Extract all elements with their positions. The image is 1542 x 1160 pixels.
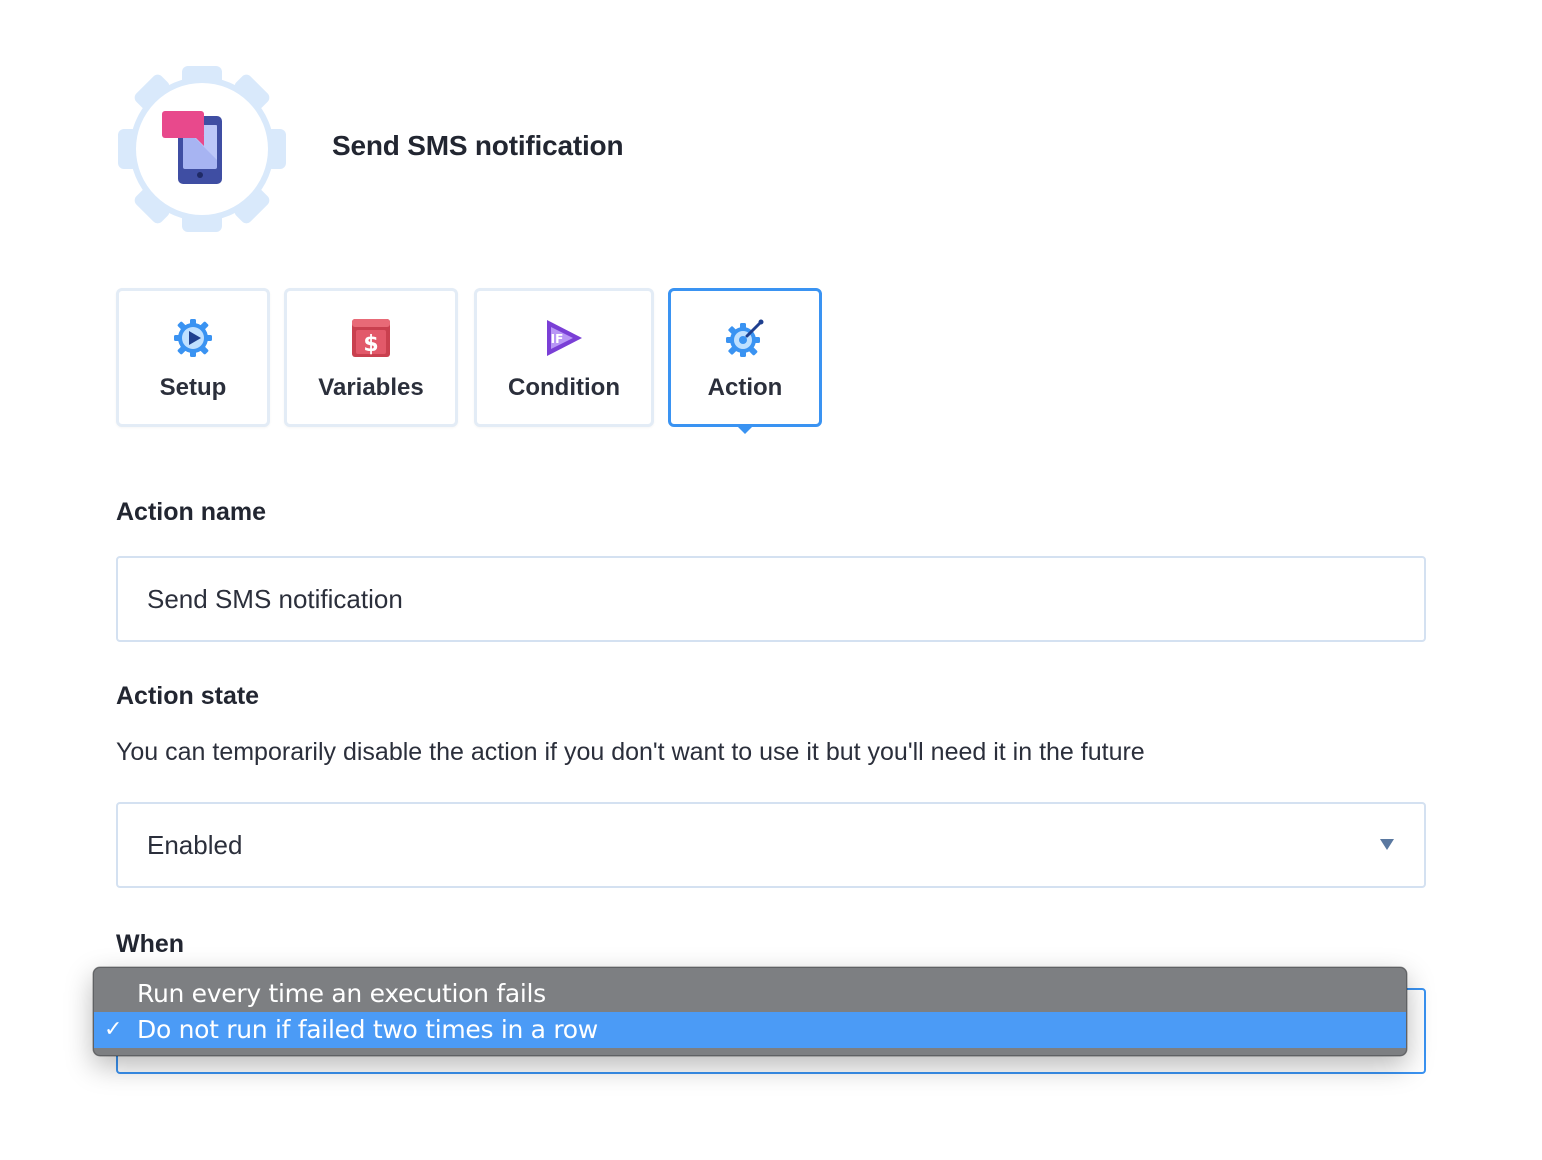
- tab-action[interactable]: Action: [668, 288, 822, 427]
- action-state-select[interactable]: Enabled: [116, 802, 1426, 888]
- svg-text:IF: IF: [551, 332, 564, 346]
- action-name-label: Action name: [116, 498, 267, 526]
- sms-phone-gear-icon: [116, 64, 288, 234]
- svg-text:$: $: [363, 332, 378, 357]
- page-title: Send SMS notification: [332, 130, 624, 161]
- action-name-input[interactable]: Send SMS notification: [116, 556, 1426, 642]
- tab-label: Variables: [318, 374, 424, 401]
- dollar-icon: $: [351, 318, 391, 358]
- tab-condition[interactable]: IF Condition: [474, 288, 654, 427]
- action-state-value: Enabled: [147, 829, 243, 860]
- check-icon: ✓: [104, 1017, 123, 1042]
- tab-variables[interactable]: $ Variables: [284, 288, 458, 427]
- action-name-value: Send SMS notification: [147, 583, 403, 614]
- menu-option-label: Do not run if failed two times in a row: [137, 1015, 598, 1044]
- action-state-help: You can temporarily disable the action i…: [116, 738, 1145, 766]
- tab-label: Action: [707, 374, 783, 401]
- action-gear-icon: [725, 318, 765, 358]
- tab-label: Setup: [159, 374, 227, 401]
- tab-setup[interactable]: Setup: [116, 288, 270, 427]
- play-gear-icon: [173, 318, 213, 358]
- if-play-icon: IF: [544, 318, 584, 358]
- menu-option-run-every-time[interactable]: Run every time an execution fails: [94, 976, 1406, 1012]
- action-state-label: Action state: [116, 682, 260, 710]
- tab-label: Condition: [508, 374, 620, 401]
- when-dropdown-menu: Run every time an execution fails ✓ Do n…: [93, 967, 1407, 1056]
- when-label: When: [116, 930, 185, 958]
- menu-option-label: Run every time an execution fails: [137, 979, 546, 1008]
- page: Send SMS notification Setup $ Variables …: [0, 0, 1542, 1160]
- menu-option-do-not-run[interactable]: ✓ Do not run if failed two times in a ro…: [94, 1012, 1406, 1048]
- chevron-down-icon: [1380, 839, 1394, 850]
